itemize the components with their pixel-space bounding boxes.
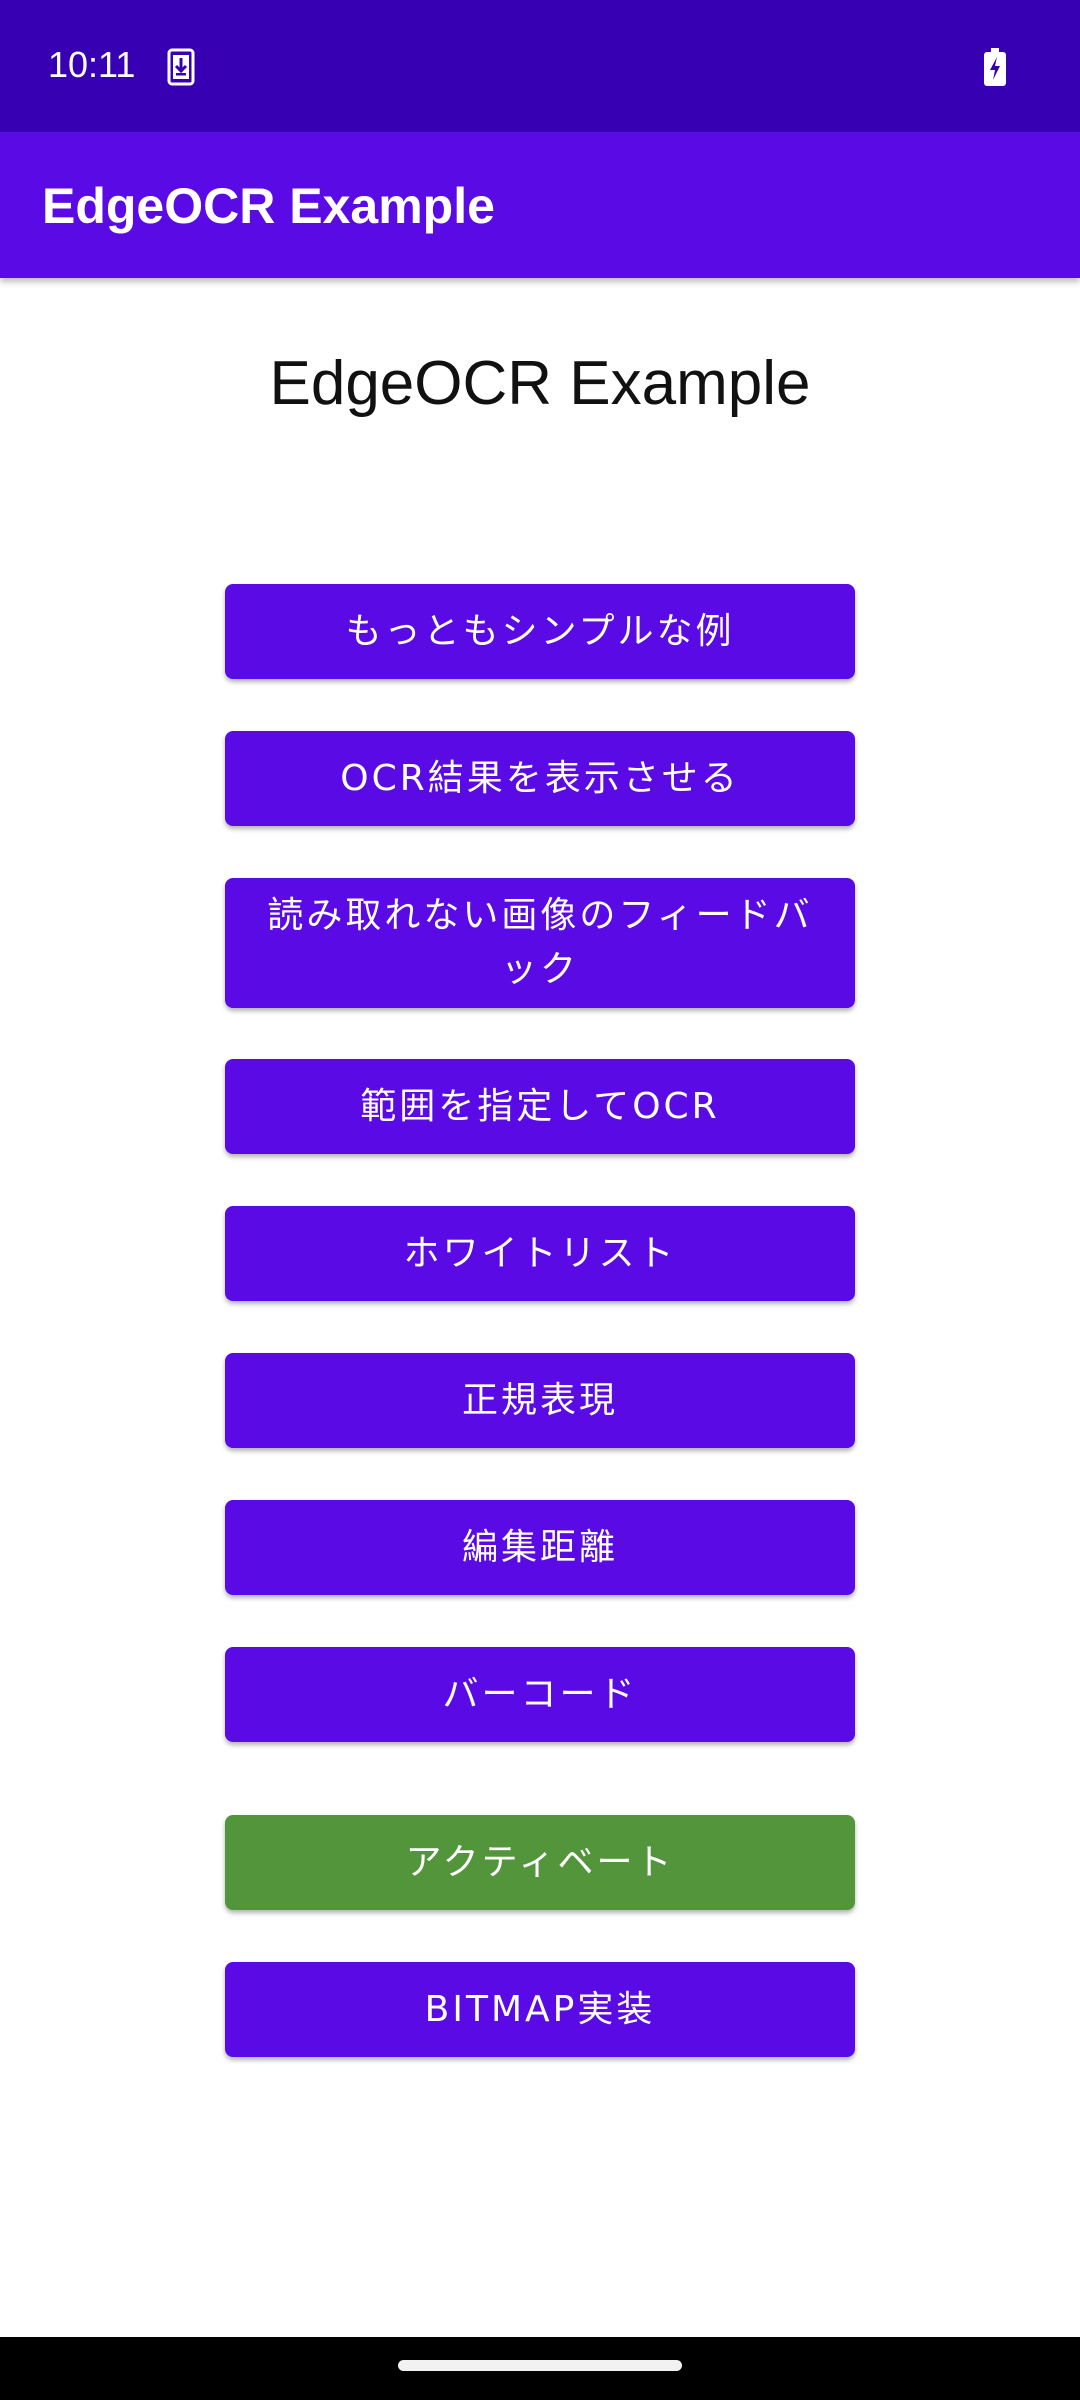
- simplest-example-button[interactable]: もっともシンプルな例: [225, 584, 855, 679]
- app-bar-title: EdgeOCR Example: [42, 178, 495, 234]
- barcode-button[interactable]: バーコード: [225, 1647, 855, 1742]
- app-bar: EdgeOCR Example: [0, 132, 1080, 278]
- whitelist-button[interactable]: ホワイトリスト: [225, 1206, 855, 1301]
- activate-button[interactable]: アクティベート: [225, 1815, 855, 1910]
- edit-distance-button[interactable]: 編集距離: [225, 1500, 855, 1595]
- show-ocr-result-button[interactable]: OCR結果を表示させる: [225, 731, 855, 826]
- download-icon: [166, 48, 196, 86]
- unreadable-image-feedback-button[interactable]: 読み取れない画像のフィードバック: [225, 878, 855, 1008]
- status-bar: 10:11: [0, 0, 1080, 132]
- bitmap-implementation-button[interactable]: BITMAP実装: [225, 1962, 855, 2057]
- battery-charging-icon: [982, 48, 1008, 86]
- status-time: 10:11: [48, 44, 136, 85]
- page-heading: EdgeOCR Example: [269, 349, 811, 418]
- home-gesture-handle[interactable]: [398, 2360, 682, 2371]
- app-screen: 10:11 EdgeOCR Example EdgeOCR Example もっ…: [0, 0, 1080, 2400]
- navigation-bar: [0, 2337, 1080, 2400]
- regex-button[interactable]: 正規表現: [225, 1353, 855, 1448]
- ocr-with-range-button[interactable]: 範囲を指定してOCR: [225, 1059, 855, 1154]
